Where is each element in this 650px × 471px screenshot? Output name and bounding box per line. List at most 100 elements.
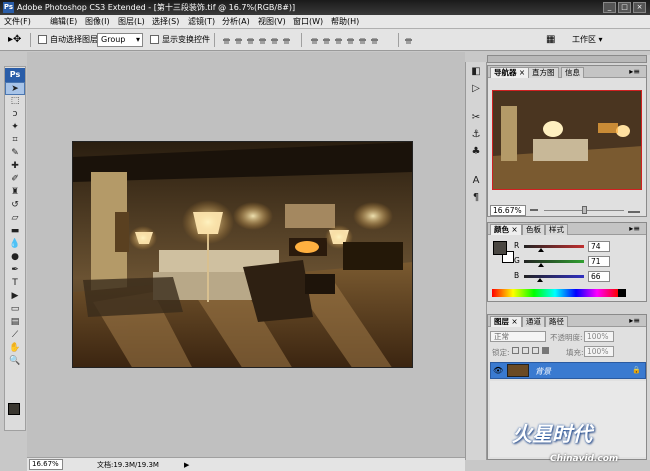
blur-tool-icon[interactable]: 💧 <box>5 238 25 251</box>
move-tool-icon[interactable]: ➤ <box>5 82 25 95</box>
minimize-button[interactable]: _ <box>603 2 616 13</box>
clone-source-icon[interactable]: ♣ <box>467 144 485 159</box>
menu-filter[interactable]: 滤镜(T) <box>188 16 215 28</box>
color-fg-swatch[interactable] <box>493 241 507 255</box>
navigator-thumbnail[interactable] <box>492 90 642 190</box>
menu-image[interactable]: 图像(I) <box>85 16 110 28</box>
menu-file[interactable]: 文件(F) <box>4 16 31 28</box>
tool-presets-icon[interactable]: ✂ <box>467 110 485 125</box>
tab-layers[interactable]: 图层 × <box>490 316 522 327</box>
panel-collapse-strip[interactable] <box>487 55 647 63</box>
blend-mode-dropdown[interactable]: 正常 <box>490 331 546 342</box>
eraser-tool-icon[interactable]: ▱ <box>5 212 25 225</box>
align-left-icon[interactable] <box>258 35 267 45</box>
zoom-slider-thumb[interactable] <box>582 206 587 214</box>
channel-slider[interactable] <box>524 275 584 278</box>
eye-icon[interactable]: 👁 <box>493 366 503 375</box>
pen-tool-icon[interactable]: ✒ <box>5 264 25 277</box>
tab-color[interactable]: 颜色 × <box>490 224 522 235</box>
lock-pixels-icon[interactable] <box>522 347 529 354</box>
align-vcenter-icon[interactable] <box>234 35 243 45</box>
tab-swatches[interactable]: 色板 <box>522 224 545 235</box>
history-brush-icon[interactable]: ↺ <box>5 199 25 212</box>
menu-analysis[interactable]: 分析(A) <box>222 16 250 28</box>
panel-menu-icon[interactable]: ▸≡ <box>626 316 643 327</box>
auto-align-icon[interactable] <box>404 35 413 45</box>
distribute-left-icon[interactable] <box>346 35 355 45</box>
lock-all-icon[interactable] <box>542 347 549 354</box>
panel-menu-icon[interactable]: ▸≡ <box>626 224 643 235</box>
align-right-icon[interactable] <box>282 35 291 45</box>
channel-slider[interactable] <box>524 260 584 263</box>
channel-slider[interactable] <box>524 245 584 248</box>
align-top-icon[interactable] <box>222 35 231 45</box>
distribute-vcenter-icon[interactable] <box>322 35 331 45</box>
lasso-tool-icon[interactable]: ↄ <box>5 108 25 121</box>
slice-tool-icon[interactable]: ✎ <box>5 147 25 160</box>
shape-tool-icon[interactable]: ▭ <box>5 303 25 316</box>
tab-info[interactable]: 信息 <box>561 67 584 78</box>
zoom-tool-icon[interactable]: 🔍 <box>5 355 25 368</box>
maximize-button[interactable]: □ <box>618 2 631 13</box>
distribute-right-icon[interactable] <box>370 35 379 45</box>
clone-stamp-icon[interactable]: ♜ <box>5 186 25 199</box>
eyedropper-icon[interactable]: ⟋ <box>5 329 25 342</box>
move-tool-icon[interactable]: ▸✥ <box>8 34 24 46</box>
lock-transparency-icon[interactable] <box>512 347 519 354</box>
crop-tool-icon[interactable]: ⌗ <box>5 134 25 147</box>
document-image[interactable] <box>72 141 413 368</box>
zoom-out-icon[interactable] <box>530 209 538 211</box>
channel-slider-thumb[interactable] <box>538 248 544 252</box>
menu-view[interactable]: 视图(V) <box>258 16 286 28</box>
character-panel-icon[interactable]: A <box>467 173 485 188</box>
layer-row[interactable]: 👁 背景 🔒 <box>490 362 646 379</box>
bridge-icon[interactable]: ▦ <box>546 34 560 45</box>
auto-select-dropdown[interactable]: Group <box>97 33 143 47</box>
brushes-panel-icon[interactable]: ⚓ <box>467 127 485 142</box>
channel-slider-thumb[interactable] <box>538 263 544 267</box>
opacity-field[interactable]: 100% <box>584 331 614 342</box>
actions-panel-icon[interactable]: ▷ <box>467 81 485 96</box>
zoom-field[interactable]: 16.67% <box>29 459 63 470</box>
menu-edit[interactable]: 编辑(E) <box>50 16 77 28</box>
channel-value-field[interactable]: 74 <box>588 241 610 252</box>
menu-window[interactable]: 窗口(W) <box>293 16 323 28</box>
navigator-zoom-field[interactable]: 16.67% <box>490 205 526 216</box>
zoom-in-icon[interactable] <box>628 207 640 213</box>
channel-value-field[interactable]: 66 <box>588 271 610 282</box>
color-spectrum-bar[interactable] <box>492 289 618 297</box>
panel-menu-icon[interactable]: ▸≡ <box>626 67 643 78</box>
menu-help[interactable]: 帮助(H) <box>331 16 359 28</box>
channel-slider-thumb[interactable] <box>537 278 543 282</box>
healing-brush-icon[interactable]: ✚ <box>5 160 25 173</box>
marquee-tool-icon[interactable]: ⬚ <box>5 95 25 108</box>
path-select-icon[interactable]: ▶ <box>5 290 25 303</box>
distribute-bottom-icon[interactable] <box>334 35 343 45</box>
distribute-hcenter-icon[interactable] <box>358 35 367 45</box>
tab-channels[interactable]: 通道 <box>522 316 545 327</box>
tab-paths[interactable]: 路径 <box>545 316 568 327</box>
gradient-tool-icon[interactable]: ▬ <box>5 225 25 238</box>
menu-select[interactable]: 选择(S) <box>152 16 179 28</box>
channel-value-field[interactable]: 71 <box>588 256 610 267</box>
foreground-color-swatch[interactable] <box>8 403 20 415</box>
brush-tool-icon[interactable]: ✐ <box>5 173 25 186</box>
status-menu-arrow[interactable]: ▶ <box>184 459 189 471</box>
close-button[interactable]: × <box>633 2 646 13</box>
align-hcenter-icon[interactable] <box>270 35 279 45</box>
tab-navigator[interactable]: 导航器 × <box>490 67 530 78</box>
black-swatch[interactable] <box>618 289 626 297</box>
history-panel-icon[interactable]: ◧ <box>467 64 485 79</box>
auto-select-checkbox[interactable] <box>38 35 47 44</box>
workspace-menu[interactable]: 工作区 ▾ <box>572 33 603 47</box>
menu-layer[interactable]: 图层(L) <box>118 16 145 28</box>
layer-name[interactable]: 背景 <box>535 366 551 377</box>
dodge-tool-icon[interactable]: ● <box>5 251 25 264</box>
tab-histogram[interactable]: 直方图 <box>528 67 559 78</box>
lock-position-icon[interactable] <box>532 347 539 354</box>
tab-styles[interactable]: 样式 <box>545 224 568 235</box>
show-transform-checkbox[interactable] <box>150 35 159 44</box>
paragraph-panel-icon[interactable]: ¶ <box>467 190 485 205</box>
fill-field[interactable]: 100% <box>584 346 614 357</box>
hand-tool-icon[interactable]: ✋ <box>5 342 25 355</box>
